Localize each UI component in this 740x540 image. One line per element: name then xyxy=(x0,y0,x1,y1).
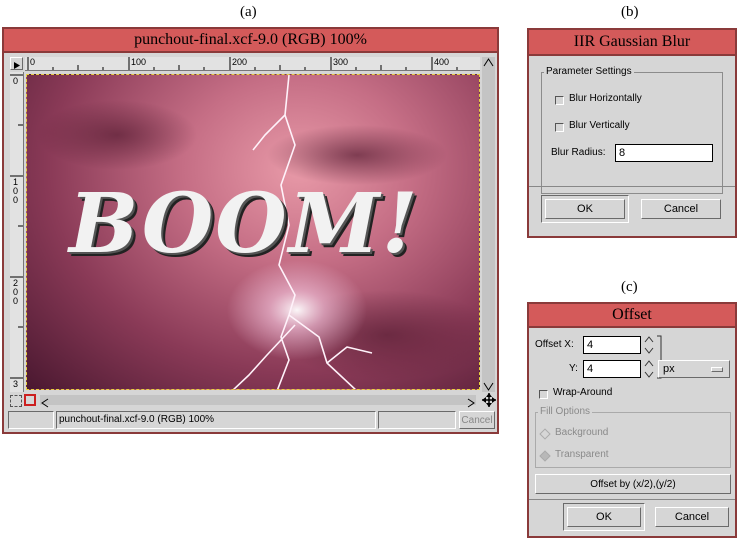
offset-x-spinner[interactable] xyxy=(643,335,655,355)
vruler-tick-3: 3 xyxy=(13,379,19,389)
vertical-scrollbar[interactable] xyxy=(482,57,495,392)
blur-dialog-title[interactable]: IIR Gaussian Blur xyxy=(529,30,735,56)
offset-y-input[interactable]: 4 xyxy=(583,360,641,378)
hscroll-arrows-icon xyxy=(41,398,475,408)
blur-ok-button[interactable]: OK xyxy=(545,199,625,219)
unit-value: px xyxy=(663,363,675,375)
offset-ok-button[interactable]: OK xyxy=(567,507,641,527)
ruler-ticks xyxy=(27,57,458,70)
blur-cancel-button[interactable]: Cancel xyxy=(641,199,721,219)
ruler-tick-0: 0 xyxy=(30,57,36,67)
offset-divider xyxy=(529,499,735,500)
blur-divider xyxy=(529,186,735,187)
spin-arrows-icon xyxy=(644,336,654,354)
offset-dialog: Offset Offset X: 4 Y: 4 px Wrap-Around F… xyxy=(527,302,737,538)
fill-options-title: Fill Options xyxy=(538,406,593,417)
ruler-tick-100: 100 xyxy=(131,57,147,67)
transparent-radio-label: Transparent xyxy=(555,449,609,460)
parameter-settings-group: Parameter Settings xyxy=(541,66,723,194)
blur-horizontally-label: Blur Horizontally xyxy=(569,93,642,104)
wrap-around-label: Wrap-Around xyxy=(553,387,613,398)
caption-b: (b) xyxy=(621,4,639,20)
image-canvas[interactable]: BOOM! xyxy=(26,74,480,390)
quickmask-on-icon[interactable] xyxy=(24,394,36,406)
blur-horizontally-checkbox[interactable] xyxy=(555,96,564,105)
blur-dialog: IIR Gaussian Blur Parameter Settings Blu… xyxy=(527,28,737,238)
scroll-arrows-icon xyxy=(483,58,494,391)
ruler-tick-400: 400 xyxy=(434,57,450,67)
parameter-settings-title: Parameter Settings xyxy=(544,66,634,77)
offset-cancel-button[interactable]: Cancel xyxy=(655,507,729,527)
navigate-icon[interactable] xyxy=(482,393,496,407)
offset-y-label: Y: xyxy=(569,363,578,374)
blur-vertically-checkbox[interactable] xyxy=(555,123,564,132)
offset-half-button[interactable]: Offset by (x/2),(y/2) xyxy=(535,474,731,494)
progress-field xyxy=(378,411,456,429)
vertical-ruler-ticks xyxy=(10,74,23,379)
unit-menu[interactable]: px xyxy=(658,360,730,378)
vruler-tick-200: 200 xyxy=(13,278,19,306)
caption-a: (a) xyxy=(240,4,257,20)
offset-y-spinner[interactable] xyxy=(643,359,655,379)
image-window-title[interactable]: punchout-final.xcf-9.0 (RGB) 100% xyxy=(4,29,497,53)
ruler-tick-200: 200 xyxy=(232,57,248,67)
arrow-right-icon xyxy=(14,62,20,69)
offset-x-input[interactable]: 4 xyxy=(583,336,641,354)
vertical-ruler: 0 100 200 3 xyxy=(10,72,24,392)
offset-dialog-title[interactable]: Offset xyxy=(529,304,735,328)
horizontal-scrollbar[interactable] xyxy=(40,395,476,408)
spin-arrows-icon xyxy=(644,360,654,378)
blur-vertically-label: Blur Vertically xyxy=(569,120,630,131)
option-menu-indicator-icon xyxy=(711,367,723,372)
quickmask-off-icon[interactable] xyxy=(10,395,22,407)
blur-radius-input[interactable]: 8 xyxy=(615,144,713,162)
wrap-around-checkbox[interactable] xyxy=(539,390,548,399)
pointer-coords-field xyxy=(8,411,54,429)
image-window: punchout-final.xcf-9.0 (RGB) 100% 0 100 … xyxy=(2,27,499,434)
background-radio-label: Background xyxy=(555,427,609,438)
status-cancel-button[interactable]: Cancel xyxy=(459,411,495,429)
vruler-tick-0: 0 xyxy=(13,76,19,86)
caption-c: (c) xyxy=(621,279,638,295)
status-text: punchout-final.xcf-9.0 (RGB) 100% xyxy=(56,411,376,429)
vruler-tick-100: 100 xyxy=(13,177,19,205)
horizontal-ruler: 0 100 200 300 400 xyxy=(25,57,480,71)
ruler-tick-300: 300 xyxy=(333,57,349,67)
image-menu-button[interactable] xyxy=(10,57,23,70)
blur-radius-label: Blur Radius: xyxy=(551,147,606,158)
boom-text: BOOM! xyxy=(69,176,420,272)
offset-x-label: Offset X: xyxy=(535,339,574,350)
